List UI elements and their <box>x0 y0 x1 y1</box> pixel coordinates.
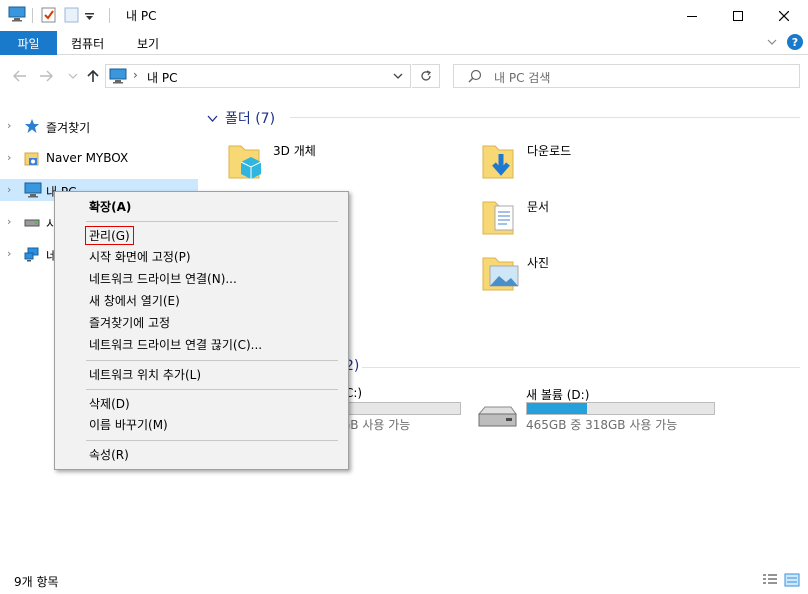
folder-3d-objects[interactable]: 3D 개체 <box>227 140 477 188</box>
manage-highlight-box <box>85 226 134 245</box>
properties-icon[interactable] <box>41 6 57 26</box>
sidebar-item-favorites[interactable]: › 즐겨찾기 <box>0 115 198 137</box>
context-menu: 확장(A) 관리(G) 시작 화면에 고정(P) 네트워크 드라이브 연결(N)… <box>54 191 349 470</box>
toolbar-divider <box>109 8 110 23</box>
sidebar-item-label: 즐겨찾기 <box>46 121 91 135</box>
toolbar-divider <box>32 8 33 23</box>
chevron-right-icon[interactable]: › <box>7 119 11 132</box>
tab-view[interactable]: 보기 <box>137 35 159 52</box>
title-bar: 내 PC <box>0 0 808 31</box>
new-folder-icon[interactable] <box>64 6 80 26</box>
large-icons-view-icon[interactable] <box>784 573 800 587</box>
hard-drive-icon <box>476 404 518 433</box>
expand-ribbon-icon[interactable] <box>766 36 778 51</box>
drive-d-free-space: 465GB 중 318GB 사용 가능 <box>526 418 678 432</box>
ribbon-tabs: 파일 컴퓨터 보기 ? <box>0 31 808 55</box>
close-button[interactable] <box>761 0 807 31</box>
network-icon <box>24 246 40 265</box>
menu-item-properties[interactable]: 속성(R) <box>57 445 346 465</box>
menu-item-map-network-drive[interactable]: 네트워크 드라이브 연결(N)... <box>57 269 346 289</box>
computer-icon <box>109 68 127 87</box>
search-input[interactable]: 내 PC 검색 <box>494 69 550 86</box>
computer-icon[interactable] <box>8 6 26 25</box>
folder-documents-icon <box>481 196 521 241</box>
chevron-right-icon[interactable]: › <box>7 247 11 260</box>
window-title: 내 PC <box>126 9 157 23</box>
menu-item-rename[interactable]: 이름 바꾸기(M) <box>57 415 346 435</box>
group-divider <box>362 367 800 368</box>
status-item-count: 9개 항목 <box>14 575 59 589</box>
menu-item-pin-to-start[interactable]: 시작 화면에 고정(P) <box>57 247 346 267</box>
group-divider <box>290 117 800 118</box>
sidebar-item-naver-mybox[interactable]: › Naver MYBOX <box>0 147 198 169</box>
menu-divider <box>86 221 338 222</box>
folder-3d-icon <box>227 140 267 185</box>
chevron-right-icon[interactable]: › <box>7 151 11 164</box>
refresh-button[interactable] <box>412 64 440 88</box>
details-view-icon[interactable] <box>762 573 778 587</box>
folder-documents[interactable]: 문서 <box>481 196 731 244</box>
help-icon[interactable]: ? <box>787 34 803 50</box>
forward-button[interactable] <box>37 66 55 86</box>
maximize-button[interactable] <box>715 0 761 31</box>
menu-item-expand[interactable]: 확장(A) <box>57 197 346 217</box>
folder-download-icon <box>481 140 521 185</box>
up-button[interactable] <box>84 66 102 86</box>
customize-toolbar-icon[interactable] <box>85 11 94 25</box>
menu-divider <box>86 389 338 390</box>
computer-icon <box>24 182 42 201</box>
navigation-bar: › 내 PC 내 PC 검색 <box>0 56 808 96</box>
address-dropdown-button[interactable] <box>385 64 411 88</box>
recent-locations-button[interactable] <box>64 66 82 86</box>
mybox-icon <box>24 150 40 169</box>
tab-file[interactable]: 파일 <box>0 31 57 55</box>
minimize-button[interactable] <box>669 0 715 31</box>
folder-label: 문서 <box>527 200 550 214</box>
menu-item-pin-to-quick-access[interactable]: 즐겨찾기에 고정 <box>57 313 346 333</box>
menu-item-open-new-window[interactable]: 새 창에서 열기(E) <box>57 291 346 311</box>
folder-label: 사진 <box>527 256 550 270</box>
folder-downloads[interactable]: 다운로드 <box>481 140 731 188</box>
menu-item-disconnect-network-drive[interactable]: 네트워크 드라이브 연결 끊기(C)... <box>57 335 346 355</box>
drive-c-usage-bar <box>340 402 461 415</box>
search-icon <box>468 69 482 86</box>
menu-divider <box>86 440 338 441</box>
folder-label: 3D 개체 <box>273 144 316 158</box>
back-button[interactable] <box>11 66 29 86</box>
folder-label: 다운로드 <box>527 144 572 158</box>
drive-d-usage-fill <box>527 403 587 414</box>
drive-c-free-space: GB 사용 가능 <box>341 418 411 432</box>
drive-icon <box>24 217 40 231</box>
menu-item-add-network-location[interactable]: 네트워크 위치 추가(L) <box>57 365 346 385</box>
chevron-right-icon[interactable]: › <box>7 183 11 196</box>
folder-pictures[interactable]: 사진 <box>481 252 731 300</box>
chevron-right-icon[interactable]: › <box>7 215 11 228</box>
address-bar[interactable]: › 내 PC <box>105 64 411 88</box>
drive-d-label: 새 볼륨 (D:) <box>526 388 590 402</box>
menu-item-delete[interactable]: 삭제(D) <box>57 394 346 414</box>
menu-divider <box>86 360 338 361</box>
star-icon <box>24 118 40 137</box>
chevron-down-icon[interactable] <box>207 112 218 126</box>
breadcrumb-current[interactable]: 내 PC <box>147 69 177 86</box>
breadcrumb-chevron-icon[interactable]: › <box>133 68 138 82</box>
sidebar-item-label: Naver MYBOX <box>46 151 129 165</box>
tab-computer[interactable]: 컴퓨터 <box>71 35 104 52</box>
group-header-label: 폴더 (7) <box>225 111 276 127</box>
search-box[interactable]: 내 PC 검색 <box>453 64 800 88</box>
folder-pictures-icon <box>481 252 521 297</box>
drive-d-usage-bar <box>526 402 715 415</box>
